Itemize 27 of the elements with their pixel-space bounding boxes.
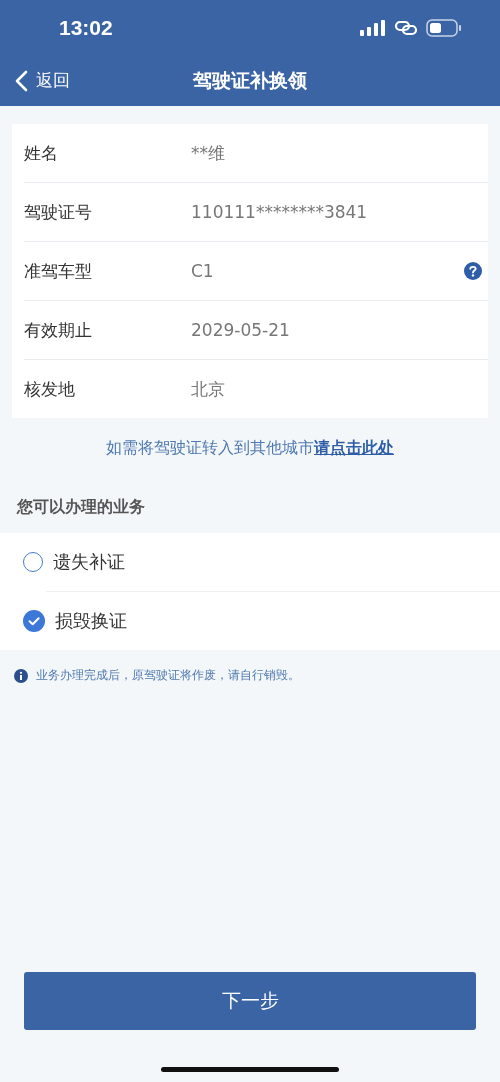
field-value: 110111********3841 <box>191 202 369 222</box>
next-button[interactable]: 下一步 <box>24 972 476 1030</box>
back-icon <box>15 69 28 92</box>
signal-icon <box>360 19 386 36</box>
field-label: 有效期止 <box>24 318 93 342</box>
field-value: C1 <box>191 261 215 281</box>
transfer-note: 如需将驾驶证转入到其他城市请点击此处 <box>105 438 395 459</box>
status-time: 13:02 <box>59 15 113 40</box>
field-label: 核发地 <box>24 377 76 401</box>
service-option[interactable]: 遗失补证 <box>23 533 500 591</box>
field-value: 北京 <box>191 377 226 401</box>
link-icon <box>394 19 418 36</box>
field-label: 姓名 <box>24 141 59 165</box>
radio-button[interactable] <box>23 610 45 632</box>
help-icon[interactable] <box>464 262 482 280</box>
service-option[interactable]: 损毁换证 <box>46 591 500 650</box>
field-value: **维 <box>191 141 226 165</box>
back-button[interactable]: 返回 <box>15 69 70 92</box>
section-title: 您可以办理的业务 <box>17 497 146 518</box>
page-title: 驾驶证补换领 <box>193 67 307 93</box>
notice-text: 业务办理完成后，原驾驶证将作废，请自行销毁。 <box>36 668 300 683</box>
field-label: 驾驶证号 <box>24 200 93 224</box>
transfer-link[interactable]: 请点击此处 <box>314 439 394 457</box>
battery-icon <box>426 18 462 37</box>
field-value: 2029-05-21 <box>191 320 291 340</box>
info-icon <box>14 668 28 683</box>
field-label: 准驾车型 <box>24 259 93 283</box>
